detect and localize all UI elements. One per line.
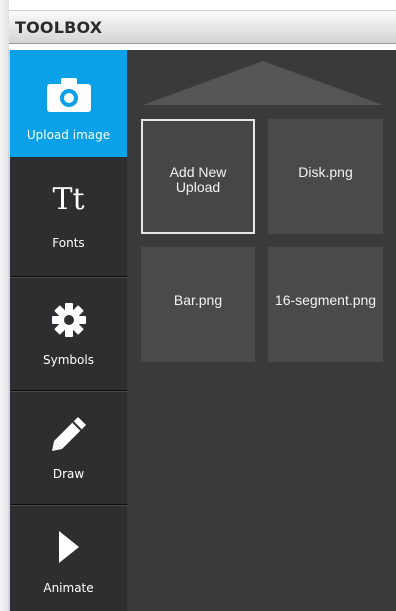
tile-label: 16-segment.png (274, 292, 377, 308)
font-tt-icon: Tt (52, 182, 85, 217)
sidebar-item-upload-image[interactable]: Upload image (10, 50, 127, 157)
upload-gallery: Add New Upload Disk.png Bar.png 16-segme… (127, 50, 396, 611)
camera-icon (46, 78, 91, 112)
sidebar-item-symbols[interactable]: Symbols (10, 278, 127, 390)
sidebar-item-label: Upload image (26, 128, 111, 142)
add-new-upload-tile[interactable]: Add New Upload (141, 119, 255, 234)
tile-label: Disk.png (298, 164, 353, 180)
gear-icon (51, 303, 86, 337)
tile-label-line2: Upload (175, 179, 221, 195)
image-tile-16-segment[interactable]: 16-segment.png (268, 247, 383, 362)
arrow-up-icon[interactable] (143, 61, 383, 105)
sidebar-item-label: Symbols (43, 353, 94, 367)
toolbox-header: TOOLBOX (9, 10, 396, 44)
sidebar-item-label: Draw (52, 467, 85, 481)
sidebar-item-label: Fonts (52, 236, 85, 250)
sidebar-item-fonts[interactable]: Tt Fonts (10, 157, 127, 275)
sidebar-item-label: Animate (43, 581, 94, 595)
toolbox-title: TOOLBOX (15, 18, 103, 37)
play-icon (58, 531, 79, 563)
pencil-icon (51, 417, 86, 451)
sidebar-item-draw[interactable]: Draw (10, 392, 127, 504)
toolbox-window: TOOLBOX Upload image Tt Fonts Symbols Dr… (0, 0, 396, 611)
tile-label-line1: Add New (169, 164, 227, 180)
image-tile-bar[interactable]: Bar.png (141, 247, 255, 362)
tile-label: Bar.png (173, 292, 223, 308)
sidebar-item-animate[interactable]: Animate (10, 506, 127, 611)
toolbox-sidebar: Upload image Tt Fonts Symbols Draw Anima… (10, 50, 127, 611)
image-tile-disk[interactable]: Disk.png (268, 119, 383, 234)
